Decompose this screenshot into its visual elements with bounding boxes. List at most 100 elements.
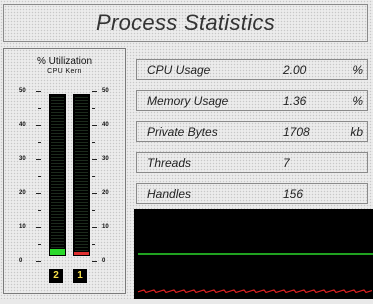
meter-segment — [51, 229, 64, 230]
right-scale: 50 40 30 20 10 0 — [92, 88, 112, 264]
tick-label-10-right: 10 — [102, 224, 109, 230]
meter-segment — [51, 208, 64, 209]
history-graph — [134, 209, 373, 299]
process-statistics-window: Process Statistics % Utilization CPU Ker… — [0, 0, 373, 299]
scale-tick-mark — [38, 142, 41, 143]
kernel-meter-fill — [74, 252, 89, 255]
meter-segment — [51, 103, 64, 104]
meter-segment — [51, 214, 64, 215]
meter-segment — [51, 145, 64, 146]
meter-segment — [51, 115, 64, 116]
meter-segment — [75, 232, 88, 233]
meter-segment — [51, 211, 64, 212]
meter-segment — [75, 130, 88, 131]
meter-segment — [51, 244, 64, 245]
meter-segment — [51, 151, 64, 152]
stat-value: 1.36 — [283, 94, 307, 108]
meter-segment — [51, 178, 64, 179]
meter-segment — [75, 220, 88, 221]
meter-segment — [75, 166, 88, 167]
scale-tick-mark — [36, 91, 41, 92]
scale-tick-mark — [92, 125, 97, 126]
meter-segment — [51, 187, 64, 188]
tick-label-20-right: 20 — [102, 190, 109, 196]
tick-label-20: 20 — [19, 190, 26, 196]
kernel-meter — [73, 94, 90, 256]
meter-segment — [51, 232, 64, 233]
meter-segment — [51, 247, 64, 248]
scale-tick-mark — [38, 210, 41, 211]
meter-segment — [51, 220, 64, 221]
stat-label: CPU Usage — [147, 63, 211, 77]
stat-value: 1708 — [283, 125, 310, 139]
meter-segment — [51, 166, 64, 167]
stat-value: 7 — [283, 156, 290, 170]
stat-label: Threads — [147, 156, 192, 170]
meter-segment — [51, 136, 64, 137]
meter-segment — [75, 244, 88, 245]
title-bar: Process Statistics — [3, 4, 368, 42]
meter-segment — [75, 196, 88, 197]
meter-segment — [75, 247, 88, 248]
stat-unit: % — [352, 94, 363, 108]
meter-segment — [51, 217, 64, 218]
scale-tick-mark — [38, 244, 41, 245]
stat-row-private-bytes: Private Bytes 1708 kb — [136, 121, 368, 142]
cpu-counter: 2 — [49, 269, 63, 283]
meter-segment — [51, 190, 64, 191]
meter-segment — [51, 148, 64, 149]
tick-label-30: 30 — [19, 156, 26, 162]
scale-tick-mark — [38, 108, 41, 109]
scale-tick-mark — [36, 125, 41, 126]
meter-segment — [75, 160, 88, 161]
cpu-meter — [49, 94, 66, 256]
stat-value: 2.00 — [283, 63, 307, 77]
meter-segment — [51, 175, 64, 176]
scale-tick-mark — [92, 210, 95, 211]
meter-segment — [75, 217, 88, 218]
meter-segment — [51, 163, 64, 164]
meter-segment — [51, 139, 64, 140]
meter-segment — [51, 202, 64, 203]
scale-tick-mark — [92, 244, 95, 245]
meter-segment — [51, 226, 64, 227]
meter-segment — [51, 124, 64, 125]
meter-segment — [75, 118, 88, 119]
utilization-panel: % Utilization CPU Kern 50 40 30 20 10 0 … — [3, 48, 126, 294]
meter-segment — [75, 235, 88, 236]
meter-segment — [75, 205, 88, 206]
meter-segment — [51, 100, 64, 101]
scale-tick-mark — [92, 108, 95, 109]
meter-segment — [75, 223, 88, 224]
meter-segment — [75, 154, 88, 155]
meter-segment — [75, 190, 88, 191]
scale-tick-mark — [36, 159, 41, 160]
meter-segment — [51, 97, 64, 98]
meter-segment — [75, 103, 88, 104]
meter-segment — [75, 139, 88, 140]
meter-segment — [75, 187, 88, 188]
history-graph-svg — [137, 253, 373, 294]
tick-label-0-right: 0 — [102, 258, 106, 264]
meter-segment — [51, 193, 64, 194]
meter-segment — [75, 133, 88, 134]
scale-tick-mark — [92, 261, 97, 262]
stat-value: 156 — [283, 187, 304, 201]
meter-segment — [75, 106, 88, 107]
meter-segment — [75, 199, 88, 200]
meter-segment — [51, 172, 64, 173]
meter-segment — [51, 118, 64, 119]
meter-segment — [51, 241, 64, 242]
meter-segment — [75, 124, 88, 125]
scale-tick-mark — [92, 193, 97, 194]
meter-segment — [51, 196, 64, 197]
kernel-history-line — [137, 289, 373, 294]
meter-segment — [75, 97, 88, 98]
meter-segment — [51, 160, 64, 161]
meter-segment — [51, 205, 64, 206]
meter-segment — [75, 115, 88, 116]
meter-segment — [75, 229, 88, 230]
meter-segment — [51, 130, 64, 131]
stat-unit: kb — [350, 125, 363, 139]
utilization-title: % Utilization — [36, 56, 93, 67]
